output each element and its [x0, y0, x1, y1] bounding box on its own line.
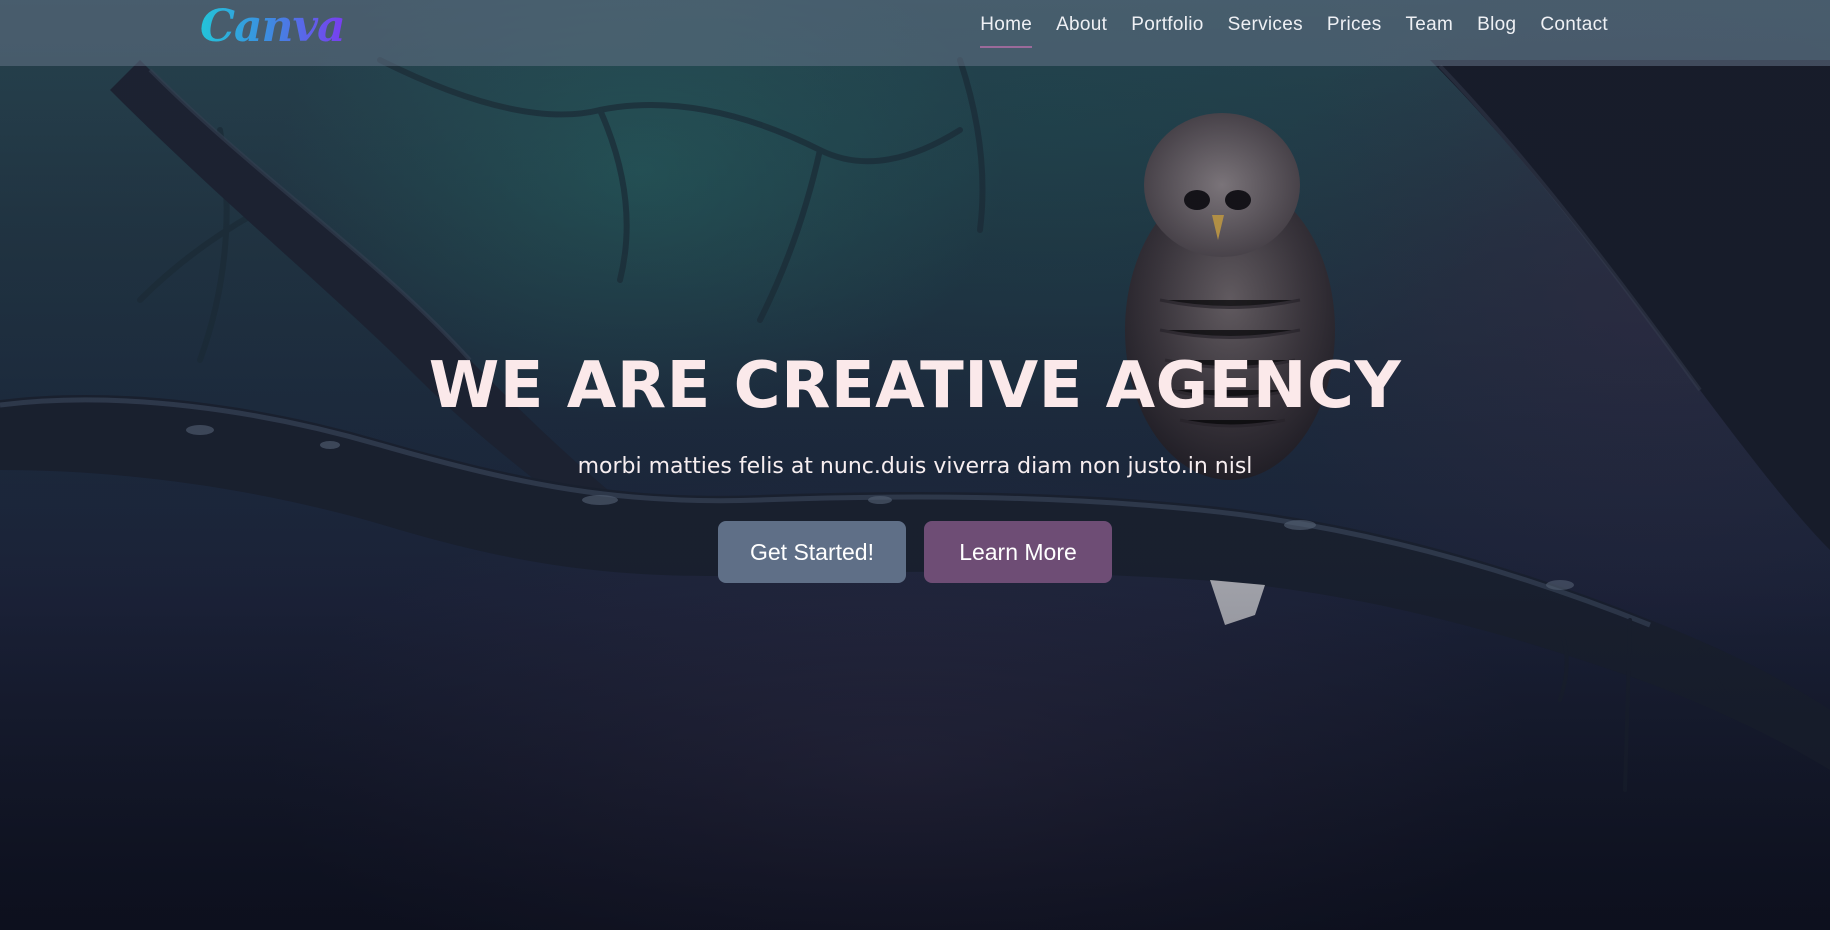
hero-section: WE ARE CREATIVE AGENCY morbi matties fel…	[0, 0, 1830, 930]
get-started-button[interactable]: Get Started!	[718, 521, 906, 583]
main-nav: Home About Portfolio Services Prices Tea…	[980, 0, 1608, 50]
nav-home[interactable]: Home	[980, 14, 1032, 48]
hero-buttons: Get Started! Learn More	[718, 521, 1112, 583]
nav-contact[interactable]: Contact	[1540, 14, 1608, 36]
landing-page: Canva Home About Portfolio Services Pric…	[0, 0, 1830, 930]
nav-prices[interactable]: Prices	[1327, 14, 1382, 36]
hero-subtitle: morbi matties felis at nunc.duis viverra…	[577, 454, 1253, 479]
hero-title: WE ARE CREATIVE AGENCY	[428, 349, 1402, 423]
canva-logo[interactable]: Canva	[200, 2, 346, 52]
nav-team[interactable]: Team	[1406, 14, 1454, 36]
nav-about[interactable]: About	[1056, 14, 1107, 36]
nav-services[interactable]: Services	[1228, 14, 1303, 36]
nav-portfolio[interactable]: Portfolio	[1131, 14, 1203, 36]
nav-blog[interactable]: Blog	[1477, 14, 1516, 36]
site-header: Canva Home About Portfolio Services Pric…	[0, 0, 1830, 66]
learn-more-button[interactable]: Learn More	[924, 521, 1112, 583]
